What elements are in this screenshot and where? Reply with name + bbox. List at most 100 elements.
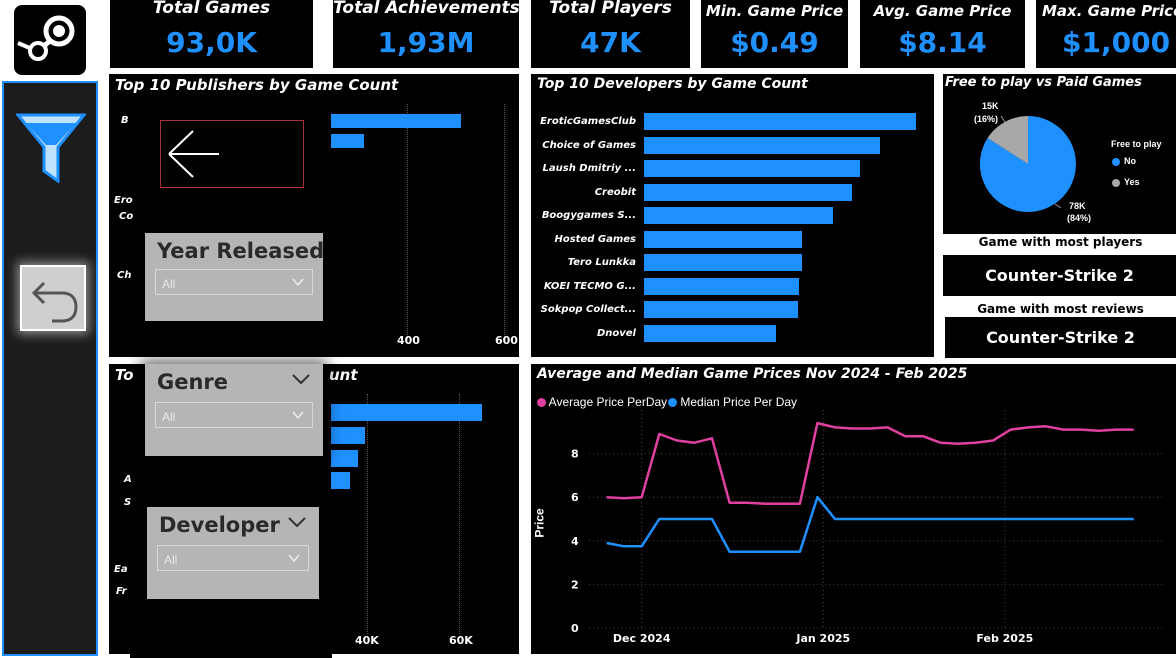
developer-label: EroticGamesClub [540, 116, 636, 127]
developer-label: Dnovel [596, 327, 636, 339]
genre-slicer[interactable]: Genre All [145, 364, 323, 456]
year-dropdown[interactable]: All [155, 269, 313, 295]
genre-label: Ea [114, 564, 128, 575]
chevron-down-icon[interactable] [287, 515, 307, 529]
developer-bar[interactable] [644, 160, 860, 177]
pie-label-yes-value: 15K [982, 101, 999, 111]
pie-label-yes-pct: (16%) [974, 114, 999, 124]
most-reviews-card: Counter-Strike 2 [945, 317, 1176, 358]
pie-label-no-value: 78K [1069, 201, 1086, 211]
legend-dot [1112, 157, 1120, 166]
y-tick: 6 [571, 491, 579, 504]
pie-label-no-pct: (84%) [1067, 213, 1092, 223]
developer-bar[interactable] [644, 136, 880, 154]
developer-slicer[interactable]: Developer All [147, 507, 319, 599]
chevron-down-icon [292, 411, 304, 420]
undo-icon [31, 281, 78, 323]
dropdown-value: All [162, 410, 176, 424]
kpi-value: 47K [580, 26, 641, 59]
genre-label: Fr [116, 586, 127, 597]
publisher-label: B [121, 115, 129, 126]
median-price-line [606, 495, 1134, 553]
kpi-total-games: Total Games 93,0K [110, 0, 313, 68]
developer-bar[interactable] [644, 183, 852, 201]
legend-label: Yes [1124, 177, 1140, 187]
developer-bar[interactable] [644, 230, 802, 248]
kpi-label: Total Games [152, 0, 271, 18]
grid-line [459, 394, 460, 634]
developer-bar[interactable] [644, 324, 776, 342]
genre-bar[interactable] [331, 404, 482, 421]
back-button[interactable] [20, 265, 86, 331]
kpi-value: $1,000 [1062, 26, 1171, 59]
most-reviews-caption: Game with most reviews [977, 302, 1144, 316]
genre-dropdown[interactable]: All [155, 402, 313, 428]
developer-label: Boogygames S... [541, 210, 636, 221]
developer-label: Laush Dmitriy ... [542, 163, 636, 174]
legend-item-yes[interactable]: Yes [1112, 177, 1140, 187]
year-released-slicer[interactable]: Year Released All [145, 233, 324, 321]
dropdown-value: All [162, 277, 176, 291]
dropdown-value: All [164, 553, 178, 567]
developer-bar[interactable] [644, 301, 798, 318]
genre-label: S [124, 497, 132, 508]
genre-bar[interactable] [331, 472, 350, 489]
developer-bar[interactable] [644, 113, 916, 130]
kpi-total-achievements: Total Achievements 1,93M [333, 0, 520, 68]
kpi-value: $0.49 [730, 26, 819, 59]
most-reviews-value: Counter-Strike 2 [986, 328, 1135, 347]
line-chart-plot[interactable]: 0 2 4 6 8 Dec 2024 Jan 2025 Feb 2025 [531, 364, 1176, 654]
genre-bar[interactable] [331, 427, 365, 444]
kpi-label: Min. Game Price [705, 2, 844, 20]
y-tick: 0 [571, 622, 579, 635]
pie-chart[interactable] [943, 74, 1176, 234]
chart-title: To [115, 366, 134, 384]
publisher-bar[interactable] [331, 134, 364, 148]
kpi-label: Avg. Game Price [873, 2, 1012, 20]
genre-bar[interactable] [331, 450, 358, 467]
most-players-caption: Game with most players [978, 235, 1143, 249]
chevron-down-icon [288, 554, 300, 563]
grid-line [407, 104, 408, 339]
legend-dot [1112, 178, 1120, 187]
sidebar [2, 81, 98, 656]
developer-bar[interactable] [644, 207, 833, 224]
x-tick: Jan 2025 [795, 632, 850, 645]
publisher-label: Ch [117, 270, 132, 281]
slicer-title: Developer [159, 513, 280, 537]
developer-label: Choice of Games [542, 139, 636, 151]
kpi-value: $8.14 [898, 26, 987, 59]
x-tick: 600 [495, 334, 518, 347]
average-price-line [606, 421, 1134, 505]
y-tick: 4 [571, 535, 579, 548]
developer-bar[interactable] [644, 277, 799, 295]
developer-label: Creobit [594, 186, 636, 198]
kpi-label: Max. Game Price [1042, 2, 1176, 20]
x-tick: 60K [449, 634, 473, 647]
developer-bar[interactable] [644, 254, 802, 271]
legend-label: No [1124, 156, 1136, 166]
back-arrow-button[interactable] [160, 120, 304, 188]
filter-icon[interactable] [16, 113, 86, 183]
y-tick: 2 [571, 578, 579, 591]
price-line-chart[interactable]: Average and Median Game Prices Nov 2024 … [531, 364, 1176, 654]
legend-item-no[interactable]: No [1112, 156, 1136, 166]
grid-line [504, 104, 505, 339]
publisher-bar[interactable] [331, 114, 461, 128]
free-vs-paid-chart[interactable]: Free to play vs Paid Games 15K (16%) 78K… [943, 74, 1176, 234]
y-tick: 8 [571, 448, 579, 461]
kpi-value: 1,93M [377, 26, 475, 59]
x-tick: 400 [397, 334, 420, 347]
developer-label: Hosted Games [554, 233, 636, 245]
most-players-card: Counter-Strike 2 [943, 255, 1176, 296]
x-tick: Dec 2024 [613, 632, 671, 645]
developer-dropdown[interactable]: All [157, 545, 309, 571]
steam-logo[interactable] [14, 5, 86, 75]
grid-line [367, 394, 368, 634]
developers-chart[interactable]: Top 10 Developers by Game Count EroticGa… [531, 74, 934, 357]
chart-title: Top 10 Developers by Game Count [537, 76, 808, 92]
developer-label: KOEI TECMO G... [543, 280, 636, 292]
steam-logo-icon [17, 15, 75, 61]
chevron-down-icon [292, 278, 304, 287]
chevron-down-icon[interactable] [291, 372, 311, 386]
